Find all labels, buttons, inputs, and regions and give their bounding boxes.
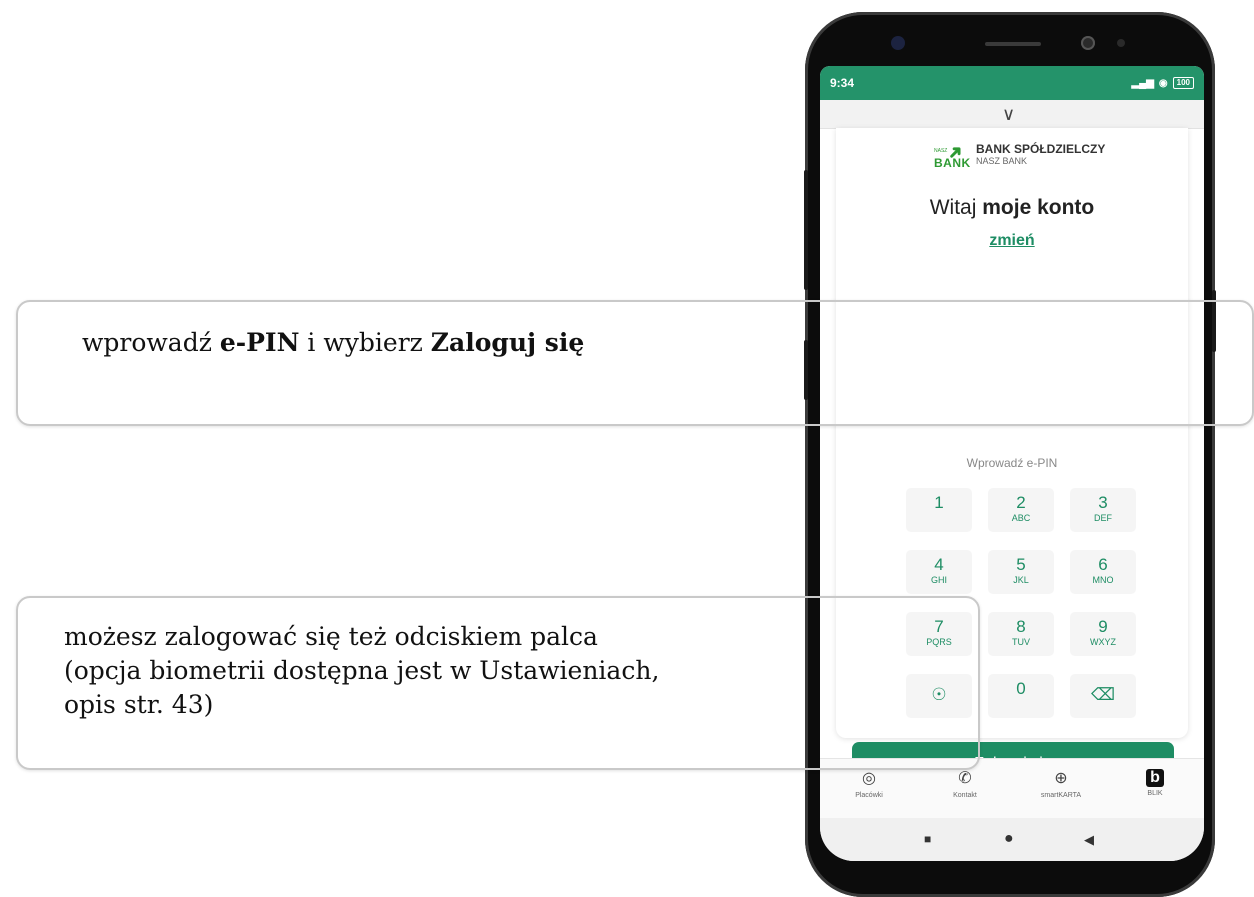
key-9[interactable]: 9 WXYZ bbox=[1070, 612, 1136, 656]
system-nav-bar: ■ ● ◀ bbox=[820, 818, 1204, 861]
bank-logo: NASZ ➜ BANK BANK SPÓŁDZIELCZY NASZ BANK bbox=[934, 140, 1105, 174]
welcome-prefix: Witaj bbox=[929, 196, 983, 219]
nav-item-kontakt[interactable]: ✆ Kontakt bbox=[930, 769, 1000, 799]
key-digit: 2 bbox=[1016, 493, 1026, 512]
key-digit: 9 bbox=[1098, 617, 1108, 636]
key-2[interactable]: 2 ABC bbox=[988, 488, 1054, 532]
key-letters: JKL bbox=[1013, 575, 1029, 585]
callout-line: opis str. 43) bbox=[64, 690, 214, 719]
callout-box-epin bbox=[16, 300, 1254, 426]
sensor-icon bbox=[1081, 36, 1095, 50]
nav-item-placowki[interactable]: ◎ Placówki bbox=[834, 769, 904, 799]
blik-icon: b bbox=[1146, 769, 1164, 787]
speaker-grille bbox=[985, 42, 1041, 46]
callout-text-biometrics: możesz zalogować się też odciskiem palca… bbox=[64, 620, 659, 722]
key-letters: MNO bbox=[1092, 575, 1114, 585]
phone-icon: ✆ bbox=[958, 770, 972, 787]
status-time: 9:34 bbox=[830, 76, 855, 90]
key-3[interactable]: 3 DEF bbox=[1070, 488, 1136, 532]
callout-bold-login: Zaloguj się bbox=[430, 328, 585, 357]
callout-line: (opcja biometrii dostępna jest w Ustawie… bbox=[64, 656, 660, 685]
change-account-link[interactable]: zmień bbox=[836, 232, 1188, 250]
nav-label: smartKARTA bbox=[1040, 792, 1082, 799]
volume-button bbox=[804, 170, 808, 290]
key-1[interactable]: 1 bbox=[906, 488, 972, 532]
callout-line: możesz zalogować się też odciskiem palca bbox=[64, 622, 598, 651]
key-digit: 8 bbox=[1016, 617, 1026, 636]
key-letters: WXYZ bbox=[1090, 637, 1116, 647]
status-bar: 9:34 ▂▄▆ ◉ 100 bbox=[820, 66, 1204, 100]
key-0[interactable]: 0 bbox=[988, 674, 1054, 718]
sheet-handle[interactable]: ∨ bbox=[820, 100, 1204, 129]
nav-item-smartkarta[interactable]: ⊕ smartKARTA bbox=[1026, 769, 1096, 799]
account-name: moje konto bbox=[982, 196, 1095, 219]
key-digit: 5 bbox=[1016, 555, 1026, 574]
recents-icon[interactable]: ■ bbox=[924, 832, 931, 846]
logo-title: BANK SPÓŁDZIELCZY bbox=[976, 142, 1106, 156]
callout-bold-epin: e-PIN bbox=[219, 328, 300, 357]
nav-label: Placówki bbox=[855, 792, 883, 799]
back-icon[interactable]: ◀ bbox=[1084, 832, 1094, 848]
pin-input-label[interactable]: Wprowadź e-PIN bbox=[836, 456, 1188, 470]
nav-label: BLIK bbox=[1147, 790, 1163, 797]
key-digit: 3 bbox=[1098, 493, 1108, 512]
logo-bank-text: BANK bbox=[934, 156, 971, 170]
wifi-icon: ◉ bbox=[1158, 77, 1168, 89]
location-icon: ◎ bbox=[862, 770, 876, 787]
key-8[interactable]: 8 TUV bbox=[988, 612, 1054, 656]
camera-icon bbox=[891, 36, 905, 50]
callout-text-part: i wybierz bbox=[299, 328, 431, 357]
logo-mark: NASZ ➜ BANK bbox=[934, 140, 971, 174]
key-6[interactable]: 6 MNO bbox=[1070, 550, 1136, 594]
key-digit: 1 bbox=[934, 493, 944, 512]
backspace-icon: ⌫ bbox=[1090, 685, 1116, 704]
key-letters: GHI bbox=[930, 575, 947, 585]
key-letters: TUV bbox=[1012, 637, 1030, 647]
key-digit: 0 bbox=[1016, 679, 1026, 698]
nav-label: Kontakt bbox=[953, 792, 977, 799]
callout-text-epin: wprowadź e-PIN i wybierz Zaloguj się bbox=[82, 326, 584, 360]
battery-icon: 100 bbox=[1172, 77, 1194, 89]
logo-subtitle: NASZ BANK bbox=[976, 156, 1028, 166]
logo-text: BANK SPÓŁDZIELCZY NASZ BANK bbox=[976, 142, 1105, 167]
backspace-button[interactable]: ⌫ bbox=[1070, 674, 1136, 718]
key-letters: ABC bbox=[1011, 513, 1031, 523]
key-5[interactable]: 5 JKL bbox=[988, 550, 1054, 594]
key-letters: DEF bbox=[1094, 513, 1112, 523]
home-icon[interactable]: ● bbox=[1004, 830, 1014, 848]
callout-text-part: wprowadź bbox=[82, 328, 220, 357]
key-digit: 4 bbox=[934, 555, 944, 574]
welcome-heading: Witaj moje konto bbox=[836, 196, 1188, 220]
chevron-down-icon[interactable]: ∨ bbox=[1002, 104, 1015, 125]
key-4[interactable]: 4 GHI bbox=[906, 550, 972, 594]
sensor-icon bbox=[1117, 39, 1125, 47]
status-icons: ▂▄▆ ◉ 100 bbox=[1131, 77, 1194, 89]
key-digit: 6 bbox=[1098, 555, 1108, 574]
nav-item-blik[interactable]: b BLIK bbox=[1120, 769, 1190, 797]
signal-icon: ▂▄▆ bbox=[1131, 77, 1154, 89]
smartkarta-icon: ⊕ bbox=[1054, 770, 1068, 787]
